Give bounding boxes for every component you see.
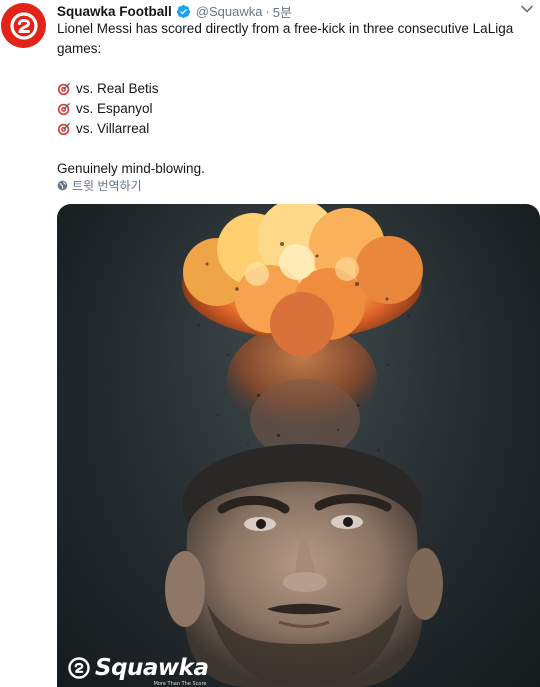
match-item: vs. Real Betis — [57, 79, 527, 99]
verified-badge-icon — [176, 4, 190, 18]
header-separator: · — [265, 3, 270, 19]
author-handle[interactable]: @Squawka — [196, 4, 263, 19]
dart-target-icon — [57, 122, 71, 136]
match-label: vs. Villarreal — [76, 121, 150, 136]
match-item: vs. Espanyol — [57, 99, 527, 119]
squawka-logo-icon — [9, 11, 38, 40]
dart-target-icon — [57, 82, 71, 96]
chevron-down-icon[interactable] — [520, 2, 534, 16]
tweet-intro: Lionel Messi has scored directly from a … — [57, 21, 514, 56]
media-watermark: Squawka More Than The Score — [67, 655, 209, 687]
tweet-timestamp[interactable]: 5분 — [273, 2, 292, 21]
dart-target-icon — [57, 102, 71, 116]
tweet-image[interactable]: Squawka More Than The Score — [57, 204, 540, 687]
watermark-tagline: More Than The Score — [153, 681, 207, 687]
translate-tweet-link[interactable]: 트윗 번역하기 — [57, 175, 142, 195]
messi-explosion-artwork — [57, 204, 540, 687]
tweet-header: Squawka Football @Squawka · 5분 — [57, 2, 292, 20]
match-label: vs. Espanyol — [76, 101, 153, 116]
match-item: vs. Villarreal — [57, 119, 527, 139]
avatar[interactable] — [1, 3, 46, 48]
match-label: vs. Real Betis — [76, 81, 159, 96]
globe-icon — [57, 180, 68, 190]
squawka-logo-icon — [68, 657, 90, 679]
translate-label: 트윗 번역하기 — [72, 178, 142, 193]
tweet[interactable]: Squawka Football @Squawka · 5분 Lionel Me… — [0, 0, 540, 687]
display-name[interactable]: Squawka Football — [57, 4, 172, 19]
tweet-text: Lionel Messi has scored directly from a … — [57, 19, 527, 179]
watermark-brand: Squawka More Than The Score — [95, 655, 209, 687]
